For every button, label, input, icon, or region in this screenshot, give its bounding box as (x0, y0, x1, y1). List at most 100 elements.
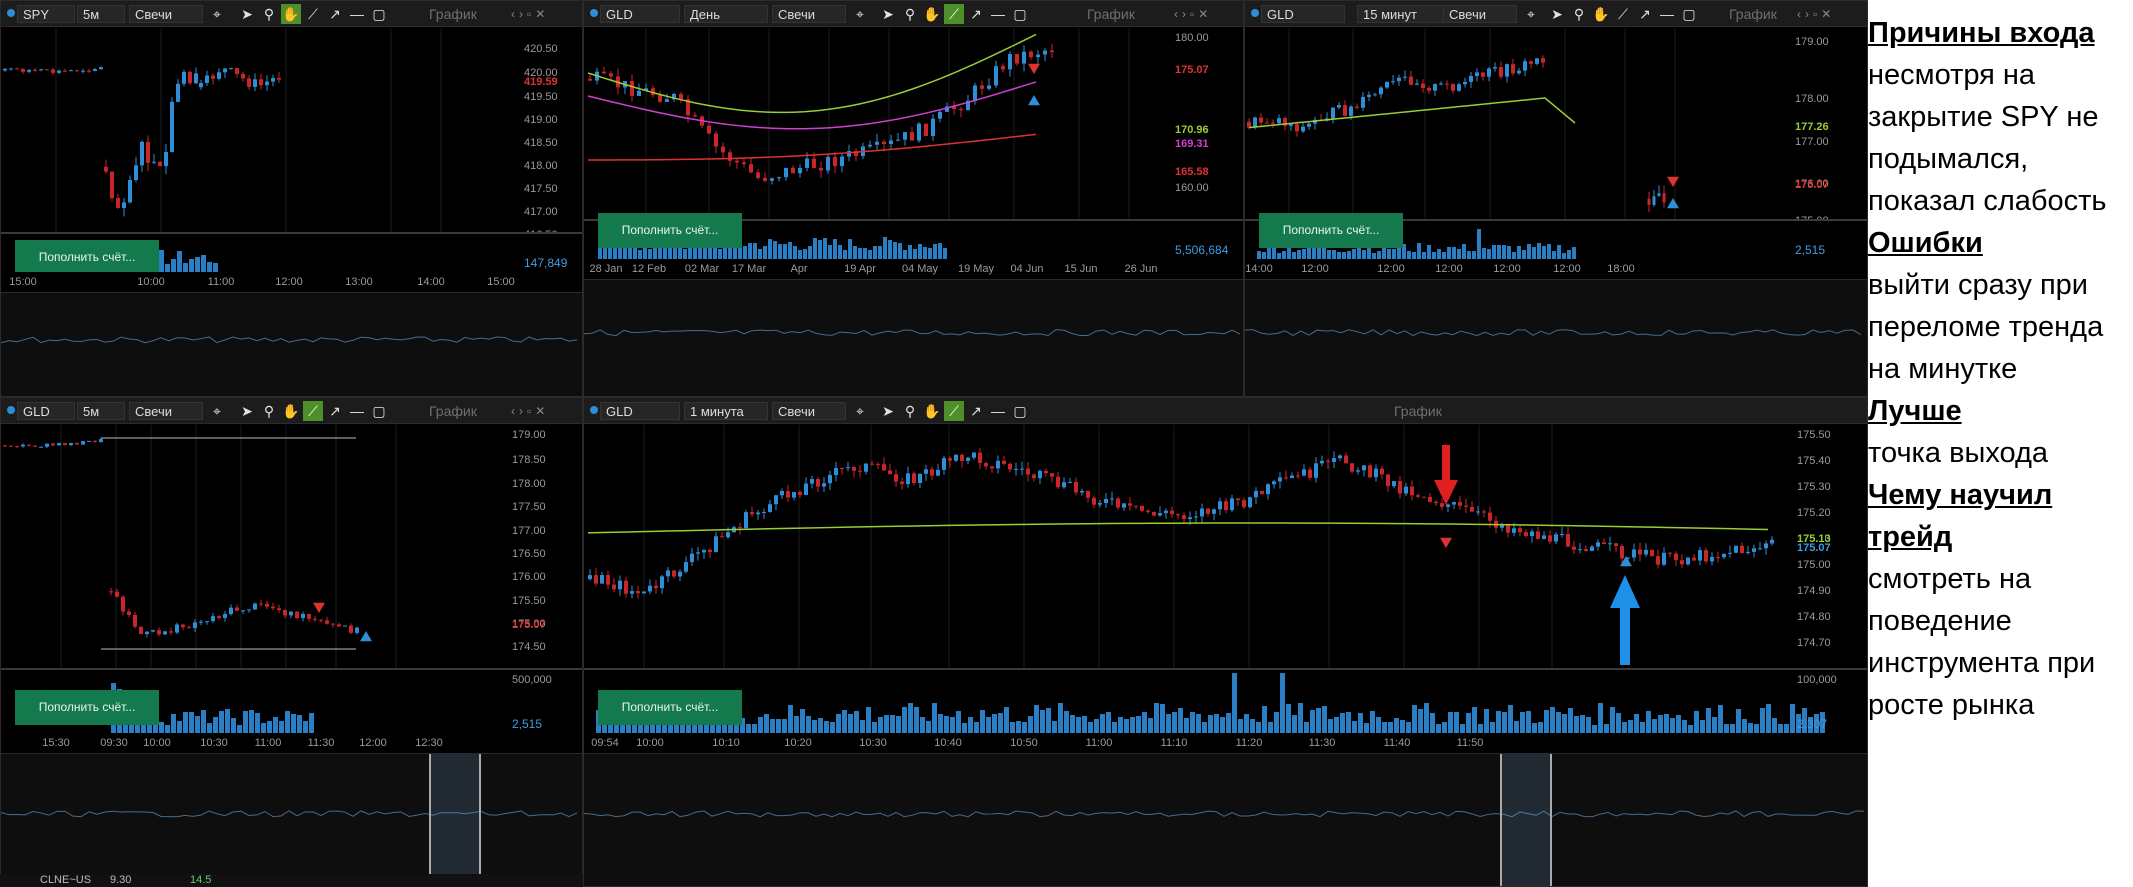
chart-style-select[interactable]: Свечи (129, 402, 203, 420)
deposit-account-button[interactable]: Пополнить счёт... (15, 240, 159, 275)
price-chart[interactable] (584, 425, 1867, 668)
link-color-icon[interactable] (7, 9, 15, 17)
rectangle-icon[interactable]: ▢ (1010, 401, 1030, 421)
pointer-icon[interactable]: ➤ (1547, 4, 1567, 24)
volume-pane[interactable]: Пополнить счёт... 2,515 (1245, 213, 1867, 259)
zoom-icon[interactable]: ⚲ (1569, 4, 1589, 24)
arrow-tool-icon[interactable]: ↗ (966, 401, 986, 421)
candle-body (756, 172, 760, 178)
zoom-icon[interactable]: ⚲ (259, 4, 279, 24)
symbol-field[interactable]: GLD (1261, 5, 1345, 23)
volume-bar (1297, 249, 1301, 259)
chart-style-select[interactable]: Свечи (129, 5, 203, 23)
rectangle-icon[interactable]: ▢ (369, 401, 389, 421)
price-pane[interactable]: 179.00178.00177.00176.00175.00177.26175.… (1245, 28, 1867, 227)
deposit-account-button[interactable]: Пополнить счёт... (1259, 213, 1403, 248)
horizontal-line-icon[interactable]: — (347, 4, 367, 24)
crosshair-icon[interactable]: ⌖ (1521, 4, 1541, 24)
volume-pane[interactable]: Пополнить счёт... 5,506,684 (584, 213, 1243, 259)
crosshair-icon[interactable]: ⌖ (850, 401, 870, 421)
crosshair-icon[interactable]: ⌖ (850, 4, 870, 24)
interval-select[interactable]: 5м (77, 402, 125, 420)
chart-panel-gld-daily[interactable]: GLD День Свечи ⌖ ➤ ⚲ ✋ ⟋ ↗ — ▢ График ‹›… (583, 0, 1244, 397)
chart-panel-gld-1m[interactable]: GLD 1 минута Свечи ⌖ ➤ ⚲ ✋ ⟋ ↗ — ▢ Графи… (583, 397, 1868, 887)
window-controls[interactable]: ‹›▫✕ (511, 5, 549, 23)
price-pane[interactable]: 179.00 178.50 178.00 177.50 177.00 176.50 176.… (1, 425, 582, 668)
link-color-icon[interactable] (590, 406, 598, 414)
pointer-icon[interactable]: ➤ (878, 401, 898, 421)
chart-style-select[interactable]: Свечи (772, 5, 846, 23)
line-tool-icon[interactable]: ⟋ (944, 401, 964, 421)
chart-panel-gld-5m[interactable]: GLD 5м Свечи ⌖ ➤ ⚲ ✋ ⟋ ↗ — ▢ График ‹›▫✕… (0, 397, 583, 887)
link-color-icon[interactable] (1251, 9, 1259, 17)
horizontal-line-icon[interactable]: — (347, 401, 367, 421)
pointer-icon[interactable]: ➤ (237, 401, 257, 421)
crosshair-icon[interactable]: ⌖ (207, 4, 227, 24)
zoom-icon[interactable]: ⚲ (900, 4, 920, 24)
rectangle-icon[interactable]: ▢ (1010, 4, 1030, 24)
rectangle-icon[interactable]: ▢ (369, 4, 389, 24)
hand-pan-icon[interactable]: ✋ (281, 401, 301, 421)
horizontal-line-icon[interactable]: — (988, 401, 1008, 421)
hand-pan-icon[interactable]: ✋ (922, 401, 942, 421)
line-tool-icon[interactable]: ⟋ (944, 4, 964, 24)
price-chart[interactable] (1245, 28, 1867, 219)
horizontal-line-icon[interactable]: — (1657, 4, 1677, 24)
timeline-navigator[interactable] (1245, 279, 1867, 396)
window-controls[interactable]: ‹›▫✕ (1174, 5, 1212, 23)
volume-bar (598, 247, 602, 259)
crosshair-icon[interactable]: ⌖ (207, 401, 227, 421)
candle-body (63, 70, 67, 72)
link-color-icon[interactable] (590, 9, 598, 17)
zoom-icon[interactable]: ⚲ (259, 401, 279, 421)
window-controls[interactable]: ‹›▫✕ (1797, 5, 1835, 23)
price-pane[interactable]: 175.50 175.40 175.30 175.20 175.10 175.00 174.… (584, 425, 1867, 668)
symbol-field[interactable]: GLD (17, 402, 75, 420)
arrow-tool-icon[interactable]: ↗ (1635, 4, 1655, 24)
symbol-field[interactable]: GLD (600, 5, 680, 23)
arrow-tool-icon[interactable]: ↗ (325, 401, 345, 421)
timeline-navigator[interactable] (1, 292, 582, 396)
link-color-icon[interactable] (7, 406, 15, 414)
arrow-tool-icon[interactable]: ↗ (966, 4, 986, 24)
line-tool-icon[interactable]: ⟋ (1613, 4, 1633, 24)
price-pane[interactable]: 420.50 420.00 419.50 419.00 418.50 418.00 417.… (1, 28, 582, 263)
navigator-range-handle[interactable] (429, 754, 481, 886)
deposit-account-button[interactable]: Пополнить счёт... (15, 690, 159, 725)
symbol-field[interactable]: SPY (17, 5, 75, 23)
interval-select[interactable]: 1 минута (684, 402, 768, 420)
timeline-navigator[interactable] (584, 279, 1243, 396)
chart-style-select[interactable]: Свечи (772, 402, 846, 420)
timeline-navigator[interactable] (584, 753, 1867, 886)
hand-pan-icon[interactable]: ✋ (281, 4, 301, 24)
line-tool-icon[interactable]: ⟋ (303, 401, 323, 421)
chart-style-select[interactable]: Свечи (1443, 5, 1517, 23)
pointer-icon[interactable]: ➤ (237, 4, 257, 24)
deposit-account-button[interactable]: Пополнить счёт... (598, 690, 742, 725)
pointer-icon[interactable]: ➤ (878, 4, 898, 24)
zoom-icon[interactable]: ⚲ (900, 401, 920, 421)
window-controls[interactable]: ‹›▫✕ (511, 402, 549, 420)
volume-pane[interactable]: Пополнить счёт... 2,515 500,000 (1, 668, 582, 733)
interval-select[interactable]: День (684, 5, 768, 23)
hand-pan-icon[interactable]: ✋ (1591, 4, 1611, 24)
price-chart[interactable] (1, 28, 582, 232)
navigator-range-handle[interactable] (1500, 754, 1552, 886)
timeline-navigator[interactable] (1, 753, 582, 886)
price-pane[interactable]: 180.00 160.00 175.07 170.96 169.31 165.58 (584, 28, 1243, 219)
volume-pane[interactable]: Пополнить счёт... 2,307 100,000 (584, 668, 1867, 733)
interval-select[interactable]: 5м (77, 5, 125, 23)
line-tool-icon[interactable]: ⟋ (303, 4, 323, 24)
rectangle-icon[interactable]: ▢ (1679, 4, 1699, 24)
arrow-tool-icon[interactable]: ↗ (325, 4, 345, 24)
chart-panel-spy-5m[interactable]: SPY 5м Свечи ⌖ ➤ ⚲ ✋ ⟋ ↗ — ▢ График ‹›▫✕… (0, 0, 583, 397)
interval-select[interactable]: 15 минут (1357, 5, 1447, 23)
price-chart[interactable] (1, 425, 582, 668)
symbol-field[interactable]: GLD (600, 402, 680, 420)
hand-pan-icon[interactable]: ✋ (922, 4, 942, 24)
price-chart[interactable] (584, 28, 1243, 219)
volume-pane[interactable]: Пополнить счёт... 147,849 (1, 232, 582, 275)
chart-panel-gld-15m[interactable]: GLD 15 минут Свечи ⌖ ➤ ⚲ ✋ ⟋ ↗ — ▢ Графи… (1244, 0, 1868, 397)
horizontal-line-icon[interactable]: — (988, 4, 1008, 24)
deposit-account-button[interactable]: Пополнить счёт... (598, 213, 742, 248)
